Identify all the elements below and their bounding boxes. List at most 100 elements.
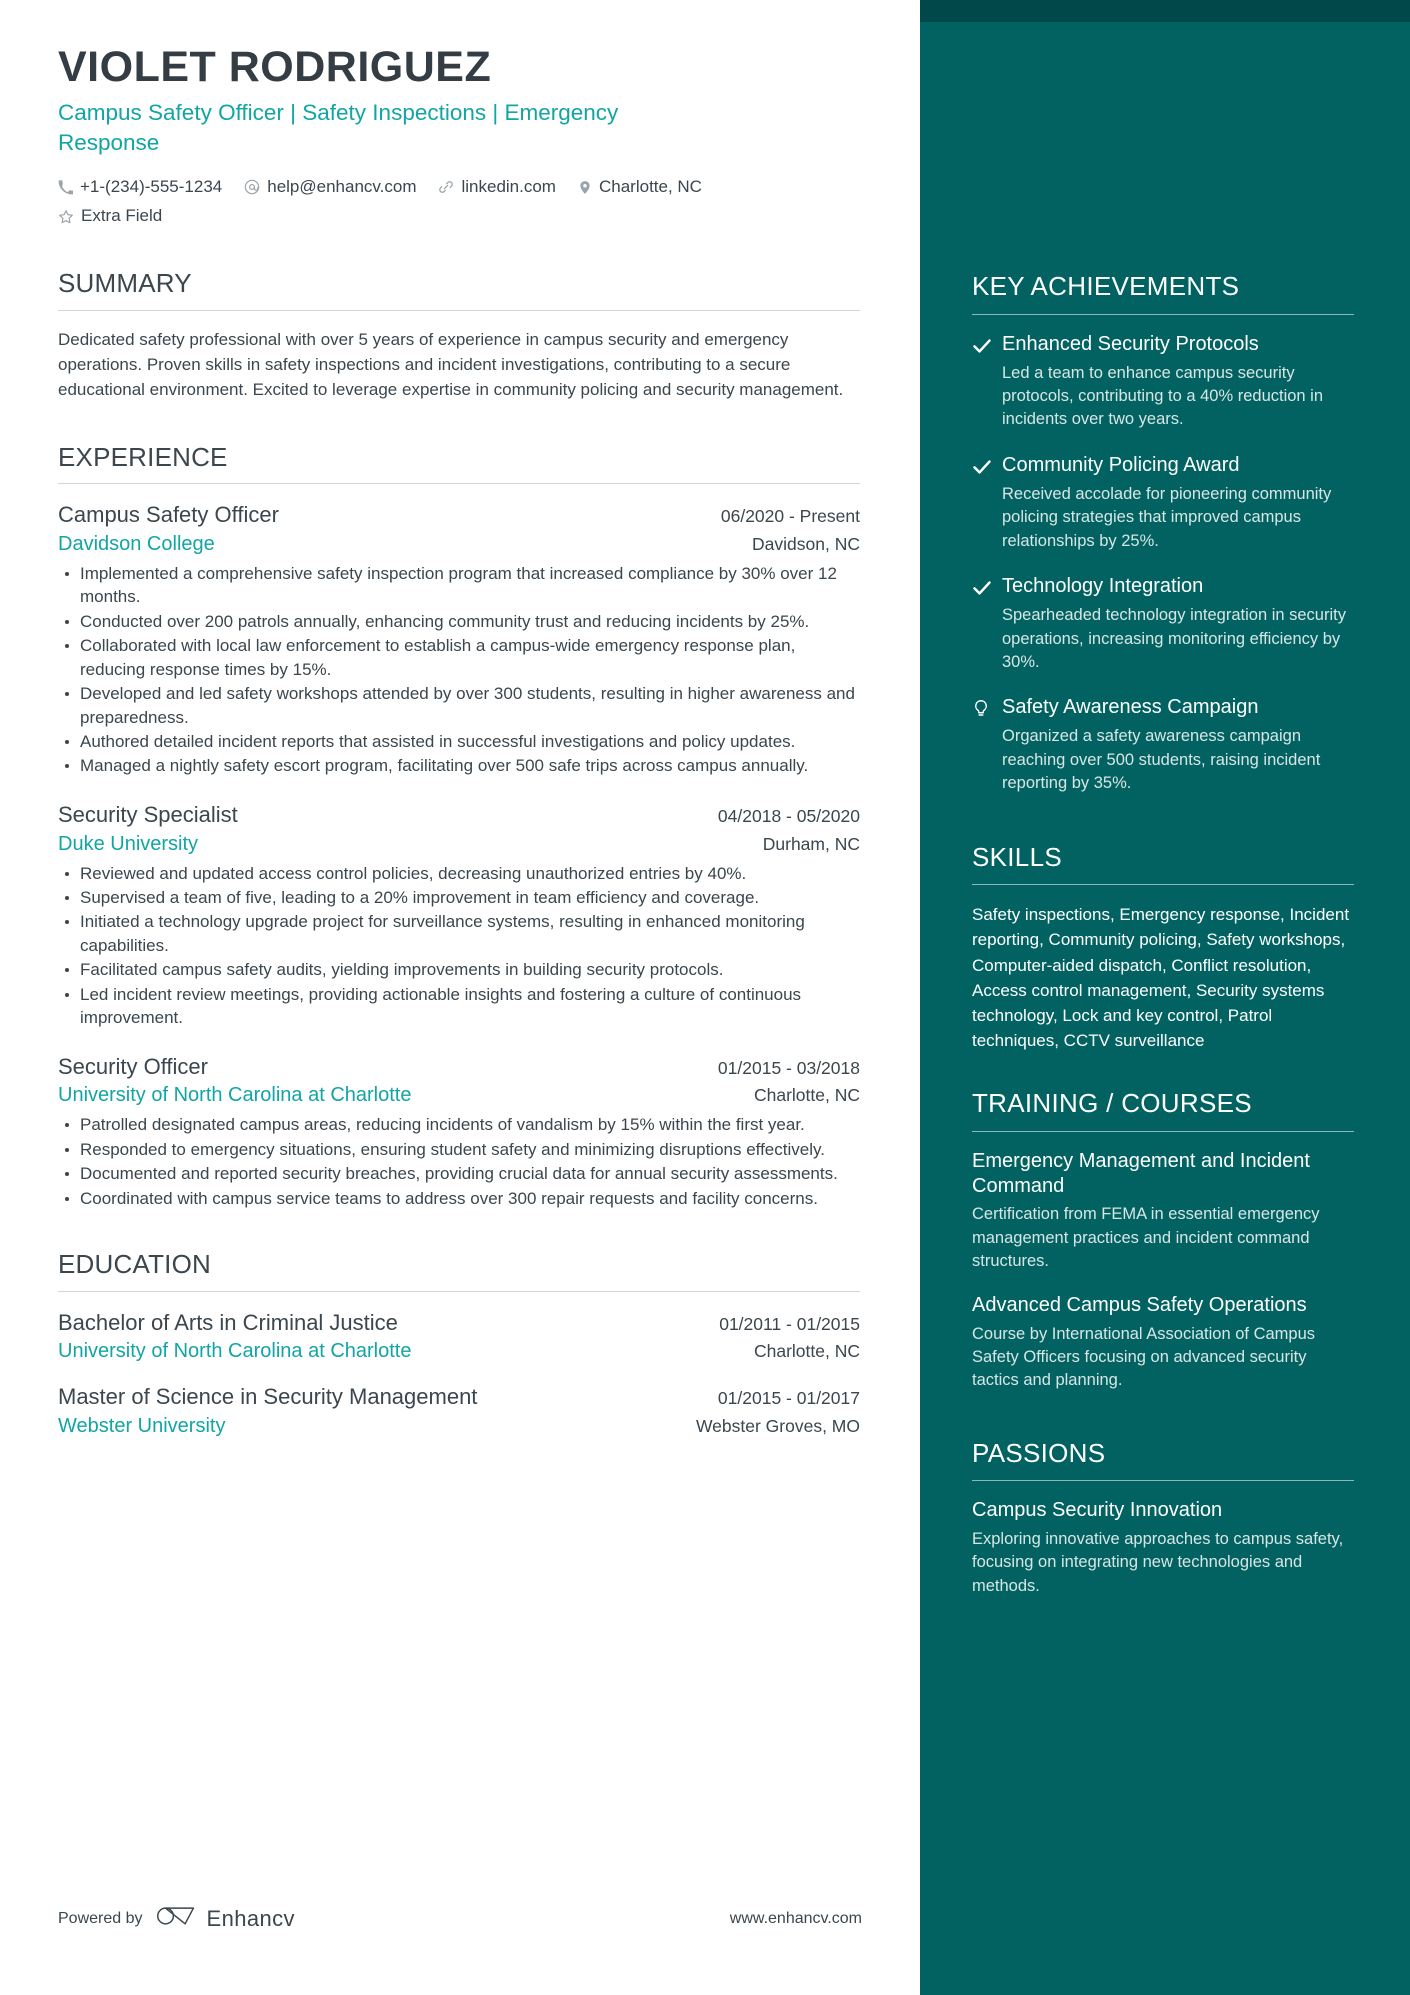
phone-icon bbox=[58, 179, 73, 195]
education-heading: EDUCATION bbox=[58, 1249, 211, 1280]
sidebar-content: KEY ACHIEVEMENTS Enhanced Security Proto… bbox=[972, 0, 1354, 1598]
check-icon bbox=[972, 574, 1002, 674]
achievement-item: Community Policing Award Received accola… bbox=[972, 453, 1354, 553]
email-icon bbox=[244, 179, 260, 195]
achievement-description: Organized a safety awareness campaign re… bbox=[1002, 727, 1321, 793]
job-location: Durham, NC bbox=[762, 833, 860, 854]
candidate-headline: Campus Safety Officer | Safety Inspectio… bbox=[58, 100, 619, 156]
job-bullets: Implemented a comprehensive safety inspe… bbox=[58, 562, 860, 778]
skills-section: SKILLS Safety inspections, Emergency res… bbox=[972, 841, 1354, 1054]
contact-email-text: help@enhancv.com bbox=[267, 176, 417, 196]
summary-section: SUMMARY Dedicated safety professional wi… bbox=[58, 269, 860, 403]
training-item: Advanced Campus Safety Operations Course… bbox=[972, 1293, 1354, 1392]
enhancv-brand: Enhancv bbox=[156, 1904, 295, 1933]
education-degree: Bachelor of Arts in Criminal Justice bbox=[58, 1309, 398, 1335]
passion-item: Campus Security Innovation Exploring inn… bbox=[972, 1498, 1354, 1597]
job-title: Security Specialist bbox=[58, 801, 238, 827]
job-bullet: Implemented a comprehensive safety inspe… bbox=[58, 562, 860, 609]
enhancv-brand-name: Enhancv bbox=[206, 1905, 295, 1931]
education-school-row: Webster University Webster Groves, MO bbox=[58, 1412, 860, 1440]
contact-email[interactable]: help@enhancv.com bbox=[244, 175, 416, 200]
experience-entry: Campus Safety Officer 06/2020 - Present … bbox=[58, 501, 860, 778]
contact-linkedin[interactable]: linkedin.com bbox=[438, 175, 556, 200]
check-icon bbox=[972, 453, 1002, 553]
job-organization[interactable]: Duke University bbox=[58, 830, 198, 858]
education-school[interactable]: Webster University bbox=[58, 1412, 225, 1440]
experience-org-row: Duke University Durham, NC bbox=[58, 830, 860, 858]
achievement-item: Safety Awareness Campaign Organized a sa… bbox=[972, 695, 1354, 795]
job-bullet: Patrolled designated campus areas, reduc… bbox=[58, 1113, 860, 1136]
education-school-row: University of North Carolina at Charlott… bbox=[58, 1337, 860, 1365]
job-bullet: Facilitated campus safety audits, yieldi… bbox=[58, 958, 860, 981]
training-title: Emergency Management and Incident Comman… bbox=[972, 1149, 1310, 1197]
passion-description: Exploring innovative approaches to campu… bbox=[972, 1529, 1344, 1595]
lightbulb-icon bbox=[972, 695, 1002, 795]
job-organization[interactable]: Davidson College bbox=[58, 530, 215, 558]
skills-heading: SKILLS bbox=[972, 841, 1062, 872]
link-icon bbox=[438, 179, 454, 195]
achievement-item: Enhanced Security Protocols Led a team t… bbox=[972, 332, 1354, 432]
training-title: Advanced Campus Safety Operations bbox=[972, 1294, 1307, 1317]
experience-title-row: Security Officer 01/2015 - 03/2018 bbox=[58, 1053, 860, 1082]
training-heading: TRAINING / COURSES bbox=[972, 1088, 1252, 1119]
achievement-description: Led a team to enhance campus security pr… bbox=[1002, 363, 1324, 429]
sidebar: KEY ACHIEVEMENTS Enhanced Security Proto… bbox=[920, 0, 1410, 1995]
education-section: EDUCATION Bachelor of Arts in Criminal J… bbox=[58, 1250, 860, 1440]
experience-org-row: University of North Carolina at Charlott… bbox=[58, 1081, 860, 1109]
job-dates: 01/2015 - 03/2018 bbox=[717, 1057, 860, 1078]
check-icon bbox=[972, 332, 1002, 432]
experience-title-row: Campus Safety Officer 06/2020 - Present bbox=[58, 501, 860, 530]
education-school[interactable]: University of North Carolina at Charlott… bbox=[58, 1337, 411, 1365]
training-divider bbox=[972, 1130, 1354, 1132]
experience-heading: EXPERIENCE bbox=[58, 441, 228, 472]
experience-entry: Security Officer 01/2015 - 03/2018 Unive… bbox=[58, 1053, 860, 1210]
job-bullet: Authored detailed incident reports that … bbox=[58, 730, 860, 753]
footer: Powered by Enhancv www.enhancv.com bbox=[58, 1904, 862, 1933]
achievements-section: KEY ACHIEVEMENTS Enhanced Security Proto… bbox=[972, 272, 1354, 796]
contact-phone[interactable]: +1-(234)-555-1234 bbox=[58, 175, 222, 200]
achievement-title: Technology Integration bbox=[1002, 575, 1204, 598]
job-bullets: Patrolled designated campus areas, reduc… bbox=[58, 1113, 860, 1210]
passions-divider bbox=[972, 1480, 1354, 1482]
achievements-heading: KEY ACHIEVEMENTS bbox=[972, 271, 1240, 301]
job-bullet: Initiated a technology upgrade project f… bbox=[58, 910, 860, 957]
job-bullet: Led incident review meetings, providing … bbox=[58, 983, 860, 1030]
footer-website[interactable]: www.enhancv.com bbox=[730, 1910, 862, 1928]
enhancv-logo-icon bbox=[156, 1904, 196, 1933]
powered-by-block: Powered by Enhancv bbox=[58, 1904, 295, 1933]
contact-linkedin-text: linkedin.com bbox=[461, 176, 556, 196]
experience-section: EXPERIENCE Campus Safety Officer 06/2020… bbox=[58, 441, 860, 1210]
job-location: Davidson, NC bbox=[752, 533, 860, 554]
job-organization[interactable]: University of North Carolina at Charlott… bbox=[58, 1081, 411, 1109]
job-bullets: Reviewed and updated access control poli… bbox=[58, 862, 860, 1030]
education-divider bbox=[58, 1290, 860, 1292]
powered-by-label: Powered by bbox=[58, 1909, 143, 1927]
education-entry: Master of Science in Security Management… bbox=[58, 1383, 860, 1440]
job-title: Campus Safety Officer bbox=[58, 502, 279, 528]
education-entry: Bachelor of Arts in Criminal Justice 01/… bbox=[58, 1309, 860, 1366]
passions-section: PASSIONS Campus Security Innovation Expl… bbox=[972, 1439, 1354, 1598]
job-bullet: Coordinated with campus service teams to… bbox=[58, 1187, 860, 1210]
contact-location: Charlotte, NC bbox=[578, 175, 702, 200]
contact-row: +1-(234)-555-1234 help@enhancv.com linke… bbox=[58, 175, 748, 229]
training-section: TRAINING / COURSES Emergency Management … bbox=[972, 1089, 1354, 1393]
achievement-title: Community Policing Award bbox=[1002, 453, 1240, 476]
summary-text: Dedicated safety professional with over … bbox=[58, 329, 844, 399]
contact-phone-text: +1-(234)-555-1234 bbox=[80, 176, 223, 196]
contact-extra-field-text: Extra Field bbox=[81, 206, 163, 226]
job-bullet: Developed and led safety workshops atten… bbox=[58, 682, 860, 729]
education-location: Charlotte, NC bbox=[753, 1341, 860, 1362]
job-dates: 04/2018 - 05/2020 bbox=[717, 805, 860, 826]
resume-page: VIOLET RODRIGUEZ Campus Safety Officer |… bbox=[0, 0, 1410, 1995]
experience-entry: Security Specialist 04/2018 - 05/2020 Du… bbox=[58, 801, 860, 1030]
skills-divider bbox=[972, 884, 1354, 886]
summary-heading: SUMMARY bbox=[58, 268, 192, 299]
job-bullet: Supervised a team of five, leading to a … bbox=[58, 886, 860, 909]
main-column: VIOLET RODRIGUEZ Campus Safety Officer |… bbox=[0, 0, 920, 1995]
job-bullet: Collaborated with local law enforcement … bbox=[58, 634, 860, 681]
experience-org-row: Davidson College Davidson, NC bbox=[58, 530, 860, 558]
achievement-item: Technology Integration Spearheaded techn… bbox=[972, 574, 1354, 674]
education-dates: 01/2015 - 01/2017 bbox=[717, 1388, 860, 1409]
